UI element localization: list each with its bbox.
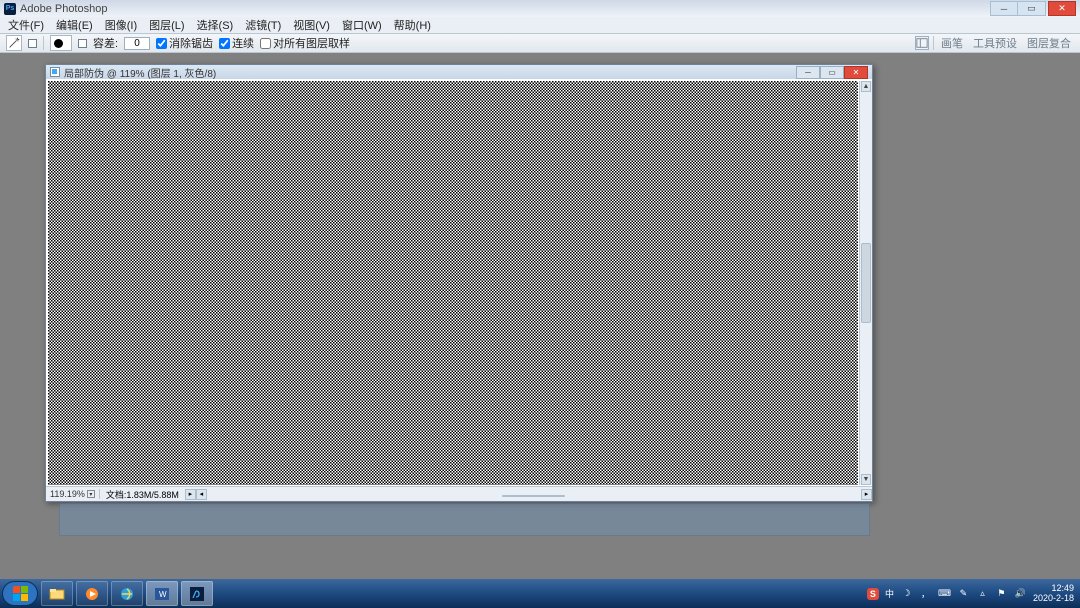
taskbar-ie[interactable]: [111, 581, 143, 606]
app-title: Adobe Photoshop: [20, 3, 107, 15]
tolerance-input[interactable]: [124, 37, 150, 50]
menu-bar: 文件(F) 编辑(E) 图像(I) 图层(L) 选择(S) 滤镜(T) 视图(V…: [0, 17, 1080, 34]
start-button[interactable]: [2, 581, 38, 606]
palette-tab-brush[interactable]: 画笔: [938, 35, 966, 51]
ime-punct-icon[interactable]: ，: [919, 587, 932, 600]
taskbar-word[interactable]: W: [146, 581, 178, 606]
contiguous-option[interactable]: 连续: [219, 35, 254, 51]
menu-filter[interactable]: 滤镜(T): [241, 17, 285, 33]
clock-date: 2020-2-18: [1033, 594, 1074, 604]
windows-logo-icon: [13, 586, 28, 601]
menu-select[interactable]: 选择(S): [193, 17, 238, 33]
document-title: 局部防伪 @ 119% (图层 1, 灰色/8): [64, 65, 216, 80]
doc-minimize-button[interactable]: ─: [796, 66, 820, 79]
photoshop-icon: [4, 3, 16, 15]
palette-well: 画笔 工具预设 图层复合: [915, 35, 1074, 51]
tolerance-label: 容差:: [93, 35, 118, 51]
palette-tab-comps[interactable]: 图层复合: [1024, 35, 1074, 51]
palette-tab-preset[interactable]: 工具预设: [970, 35, 1020, 51]
horizontal-scroll-thumb[interactable]: [502, 495, 565, 497]
separator: [43, 36, 44, 50]
document-title-bar[interactable]: 局部防伪 @ 119% (图层 1, 灰色/8) ─ ▭ ✕: [46, 65, 872, 79]
brush-preview[interactable]: [50, 35, 72, 51]
taskbar-clock[interactable]: 12:49 2020-2-18: [1033, 584, 1074, 604]
workspace: 局部防伪 @ 119% (图层 1, 灰色/8) ─ ▭ ✕ ▲ ▼ 119.1…: [0, 53, 1080, 579]
scroll-left-button[interactable]: ◂: [196, 489, 207, 500]
system-tray: S 中 ☽ ， ⌨ ✎ ▵ ⚑ 🔊 12:49 2020-2-18: [867, 584, 1078, 604]
menu-layer[interactable]: 图层(L): [145, 17, 188, 33]
magic-wand-icon[interactable]: [6, 35, 22, 51]
volume-icon[interactable]: 🔊: [1014, 587, 1027, 600]
status-flyout-button[interactable]: ▸: [185, 489, 196, 500]
menu-view[interactable]: 视图(V): [289, 17, 334, 33]
document-body: ▲ ▼ 119.19% ▾ 文档:1.83M/5.88M ▸ ◂ ▸: [46, 79, 872, 501]
action-flag-icon[interactable]: ⚑: [995, 587, 1008, 600]
taskbar-explorer[interactable]: [41, 581, 73, 606]
status-bar: 119.19% ▾ 文档:1.83M/5.88M ▸ ◂ ▸: [46, 486, 872, 501]
document-icon: [50, 67, 60, 77]
options-bar: 容差: 消除锯齿 连续 对所有图层取样 画笔 工具预设 图层复合: [0, 34, 1080, 53]
all-layers-checkbox[interactable]: [260, 38, 271, 49]
vertical-scroll-thumb[interactable]: [861, 243, 871, 324]
taskbar-media-player[interactable]: [76, 581, 108, 606]
brush-dropdown[interactable]: [78, 39, 87, 48]
zoom-dropdown[interactable]: ▾: [87, 490, 95, 498]
canvas[interactable]: [48, 81, 858, 485]
menu-help[interactable]: 帮助(H): [390, 17, 435, 33]
toggle-panels-icon[interactable]: [915, 36, 929, 50]
scroll-right-button[interactable]: ▸: [861, 489, 872, 500]
ime-softkbd-icon[interactable]: ⌨: [938, 587, 951, 600]
menu-edit[interactable]: 编辑(E): [52, 17, 97, 33]
antialias-checkbox[interactable]: [156, 38, 167, 49]
document-window: 局部防伪 @ 119% (图层 1, 灰色/8) ─ ▭ ✕ ▲ ▼ 119.1…: [45, 64, 873, 502]
minimize-button[interactable]: ─: [990, 1, 1018, 16]
vertical-scrollbar[interactable]: ▲ ▼: [859, 81, 872, 485]
close-button[interactable]: ✕: [1048, 1, 1076, 16]
ime-indicator-badge[interactable]: S: [867, 588, 879, 600]
maximize-button[interactable]: ▭: [1018, 1, 1046, 16]
svg-text:W: W: [159, 590, 167, 599]
scroll-down-button[interactable]: ▼: [861, 474, 871, 485]
contiguous-checkbox[interactable]: [219, 38, 230, 49]
scroll-up-button[interactable]: ▲: [861, 81, 871, 92]
ime-halfwidth-icon[interactable]: ☽: [900, 587, 913, 600]
tool-preset-dropdown[interactable]: [28, 39, 37, 48]
menu-image[interactable]: 图像(I): [101, 17, 141, 33]
antialias-label: 消除锯齿: [169, 35, 213, 51]
window-controls: ─ ▭ ✕: [990, 1, 1076, 16]
taskbar-photoshop[interactable]: [181, 581, 213, 606]
tray-expand-icon[interactable]: ▵: [976, 587, 989, 600]
main-title-bar: Adobe Photoshop ─ ▭ ✕: [0, 0, 1080, 17]
antialias-option[interactable]: 消除锯齿: [156, 35, 213, 51]
zoom-display[interactable]: 119.19% ▾: [46, 489, 100, 499]
all-layers-label: 对所有图层取样: [273, 35, 350, 51]
zoom-value: 119.19%: [50, 489, 85, 499]
all-layers-option[interactable]: 对所有图层取样: [260, 35, 350, 51]
menu-file[interactable]: 文件(F): [4, 17, 48, 33]
contiguous-label: 连续: [232, 35, 254, 51]
windows-taskbar: W S 中 ☽ ， ⌨ ✎ ▵ ⚑ 🔊 12:49 2020-2-18: [0, 579, 1080, 608]
ime-settings-icon[interactable]: ✎: [957, 587, 970, 600]
background-panel: [59, 503, 870, 536]
separator: [933, 36, 934, 50]
doc-close-button[interactable]: ✕: [844, 66, 868, 79]
menu-window[interactable]: 窗口(W): [338, 17, 386, 33]
ime-language-text[interactable]: 中: [885, 587, 894, 600]
document-status[interactable]: 文档:1.83M/5.88M: [100, 488, 185, 501]
doc-maximize-button[interactable]: ▭: [820, 66, 844, 79]
